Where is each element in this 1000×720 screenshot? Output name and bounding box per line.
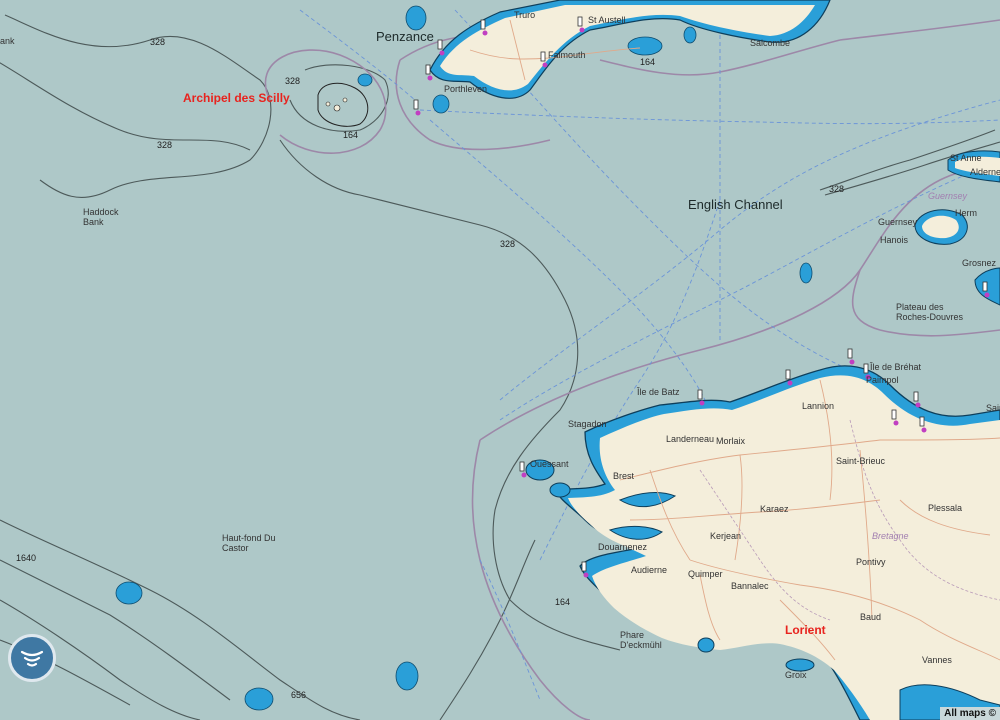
depth-label: 328 — [500, 239, 516, 249]
label-baud: Baud — [860, 612, 882, 622]
label-alderney: Alderne — [970, 167, 1000, 177]
label-bretagne: Bretagne — [872, 531, 909, 541]
label-scilly: Archipel des Scilly — [183, 91, 290, 105]
label-haddock-bank: Haddock Bank — [83, 207, 119, 227]
depth-label: 656 — [291, 690, 307, 700]
label-quimper: Quimper — [688, 569, 723, 579]
label-salcombe: Salcombe — [750, 38, 791, 48]
sonar-button[interactable] — [8, 634, 56, 682]
label-bannalec: Bannalec — [731, 581, 769, 591]
depth-label: 1640 — [16, 553, 37, 563]
label-guernsey-region: Guernsey — [928, 191, 968, 201]
label-paimpol: Paimpol — [866, 375, 899, 385]
label-hanois: Hanois — [880, 235, 909, 245]
label-audierne: Audierne — [631, 565, 668, 575]
label-lorient: Lorient — [785, 623, 826, 637]
label-ile-de-brehat: Île de Bréhat — [870, 362, 922, 372]
label-douarnenez: Douarnenez — [598, 542, 648, 552]
label-truro: Truro — [514, 10, 536, 20]
sonar-icon — [20, 650, 44, 667]
label-haut-fond-castor: Haut-fond Du Castor — [222, 533, 276, 553]
label-vannes: Vannes — [922, 655, 952, 665]
label-grosnez: Grosnez — [962, 258, 997, 268]
label-porthleven: Porthleven — [444, 84, 488, 94]
label-herm: Herm — [955, 208, 977, 218]
label-saint-brieuc: Saint-Brieuc — [836, 456, 886, 466]
label-brest: Brest — [613, 471, 635, 481]
label-lannion: Lannion — [802, 401, 835, 411]
label-saint-right: Sain — [986, 403, 1000, 413]
label-ouessant: Ouessant — [530, 459, 569, 469]
label-guernsey: Guernsey — [878, 217, 918, 227]
depth-label: 164 — [640, 57, 656, 67]
label-roches-douvres: Plateau des Roches-Douvres — [896, 302, 964, 322]
nautical-chart[interactable] — [0, 0, 1000, 720]
label-pontivy: Pontivy — [856, 557, 886, 567]
label-plessala: Plessala — [928, 503, 963, 513]
label-st-austell: St Austell — [588, 15, 626, 25]
label-falmouth: Falmouth — [548, 50, 586, 60]
label-groix: Groix — [785, 670, 807, 680]
label-ile-de-batz: Île de Batz — [637, 387, 680, 397]
label-phare-eckmuhl: Phare D'eckmühl — [620, 630, 662, 650]
label-bank-left: ank — [0, 36, 15, 46]
depth-label: 328 — [285, 76, 301, 86]
label-st-anne: St Anne — [950, 153, 982, 163]
label-kerjean: Kerjean — [710, 531, 742, 541]
attribution: All maps © — [940, 707, 1000, 720]
label-english-channel: English Channel — [688, 197, 783, 212]
depth-label: 164 — [555, 597, 571, 607]
label-stagadon: Stagadon — [568, 419, 607, 429]
depth-label: 164 — [343, 130, 359, 140]
label-karaez: Karaez — [760, 504, 789, 514]
label-landerneau: Landerneau — [666, 434, 715, 444]
label-morlaix: Morlaix — [716, 436, 746, 446]
label-penzance: Penzance — [376, 29, 434, 44]
depth-label: 328 — [150, 37, 166, 47]
depth-label: 328 — [157, 140, 173, 150]
depth-label: 328 — [829, 184, 845, 194]
